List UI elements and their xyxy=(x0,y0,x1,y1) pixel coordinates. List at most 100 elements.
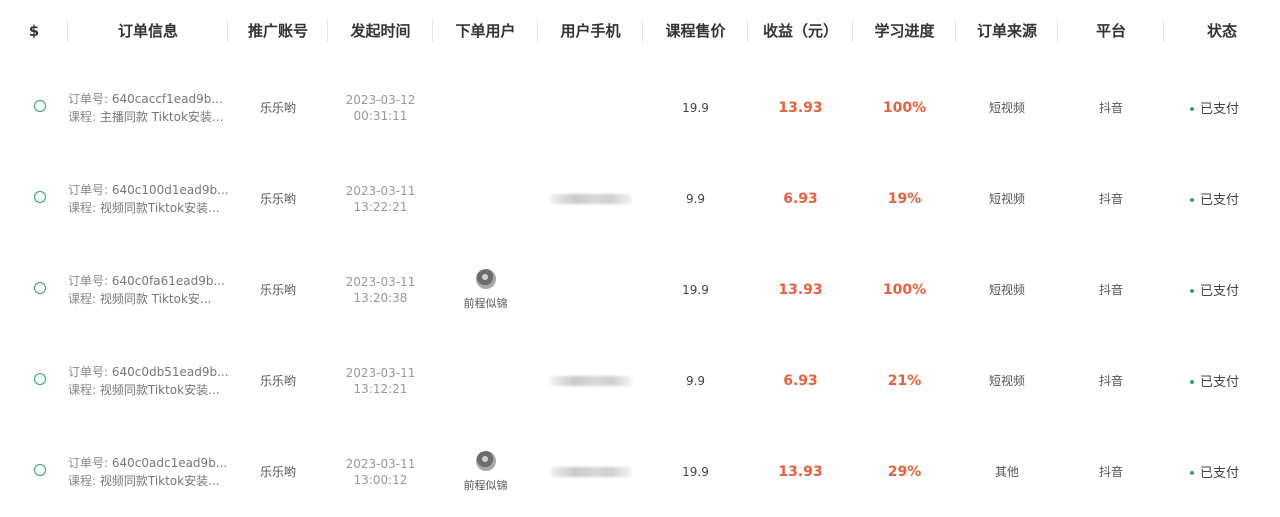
column-header-status[interactable]: 状态 xyxy=(1164,0,1280,62)
row-select-radio[interactable] xyxy=(34,373,46,385)
status-text: 已支付 xyxy=(1200,375,1240,390)
course-line: 课程: 视频同款 Tiktok安... xyxy=(68,290,228,308)
order-id-line: 订单号: 640c0adc1ead9b... xyxy=(68,454,228,472)
table-row[interactable]: 订单号: 640c0db51ead9b... 课程: 视频同款Tiktok安装..… xyxy=(0,335,1280,426)
study-progress: 21% xyxy=(887,372,922,389)
start-time: 2023-03-12 00:31:11 xyxy=(328,92,433,124)
course-line: 课程: 主播同款 Tiktok安装... xyxy=(68,108,228,126)
column-header-price[interactable]: 课程售价 xyxy=(643,0,748,62)
order-id[interactable]: 640c100d1ead9b... xyxy=(112,183,229,197)
course-name[interactable]: 视频同款 Tiktok安... xyxy=(100,292,212,306)
order-id-label: 订单号: xyxy=(68,455,112,470)
start-date: 2023-03-11 xyxy=(345,365,416,380)
phone-cell xyxy=(538,375,643,386)
platform: 抖音 xyxy=(1098,465,1123,479)
order-status: 已支付 xyxy=(1164,462,1280,481)
order-id[interactable]: 640caccf1ead9b... xyxy=(112,92,223,106)
course-name[interactable]: 主播同款 Tiktok安装... xyxy=(100,110,224,124)
row-select-cell xyxy=(0,373,68,388)
study-progress: 100% xyxy=(882,281,927,298)
promo-account: 乐乐哟 xyxy=(259,101,296,115)
order-source: 短视频 xyxy=(988,101,1025,115)
order-info: 订单号: 640c0fa61ead9b... 课程: 视频同款 Tiktok安..… xyxy=(68,272,228,308)
order-id[interactable]: 640c0adc1ead9b... xyxy=(112,456,227,470)
course-label: 课程: xyxy=(68,382,100,397)
column-header-start-time[interactable]: 发起时间 xyxy=(328,0,433,62)
row-select-radio[interactable] xyxy=(34,100,46,112)
row-select-cell xyxy=(0,191,68,206)
profit-amount: 6.93 xyxy=(783,190,818,207)
column-header-progress[interactable]: 学习进度 xyxy=(853,0,956,62)
column-header-promo-account[interactable]: 推广账号 xyxy=(228,0,328,62)
row-select-radio[interactable] xyxy=(34,464,46,476)
order-info: 订单号: 640c100d1ead9b... 课程: 视频同款Tiktok安装..… xyxy=(68,181,229,217)
platform: 抖音 xyxy=(1098,283,1123,297)
status-text: 已支付 xyxy=(1200,102,1240,117)
order-status: 已支付 xyxy=(1164,371,1280,390)
table-row[interactable]: 订单号: 640c0fa61ead9b... 课程: 视频同款 Tiktok安..… xyxy=(0,244,1280,335)
row-select-cell xyxy=(0,100,68,115)
profit-amount: 13.93 xyxy=(778,99,823,116)
status-text: 已支付 xyxy=(1200,284,1240,299)
course-label: 课程: xyxy=(68,473,100,488)
column-header-buyer[interactable]: 下单用户 xyxy=(433,0,538,62)
promo-account: 乐乐哟 xyxy=(259,192,296,206)
order-source: 短视频 xyxy=(988,374,1025,388)
order-info: 订单号: 640c0db51ead9b... 课程: 视频同款Tiktok安装..… xyxy=(68,363,229,399)
row-select-cell xyxy=(0,464,68,479)
study-progress: 29% xyxy=(887,463,922,480)
column-header-phone[interactable]: 用户手机 xyxy=(538,0,643,62)
course-price: 19.9 xyxy=(682,100,709,115)
status-text: 已支付 xyxy=(1200,193,1240,208)
column-header-profit[interactable]: 收益（元） xyxy=(748,0,853,62)
course-label: 课程: xyxy=(68,200,100,215)
buyer-cell: 前程似锦 xyxy=(433,450,538,493)
order-source: 短视频 xyxy=(988,283,1025,297)
profit-amount: 13.93 xyxy=(778,463,823,480)
order-info: 订单号: 640caccf1ead9b... 课程: 主播同款 Tiktok安装.… xyxy=(68,90,228,126)
course-label: 课程: xyxy=(68,109,100,124)
row-select-radio[interactable] xyxy=(34,282,46,294)
row-select-radio[interactable] xyxy=(34,191,46,203)
phone-blurred xyxy=(549,193,632,204)
course-name[interactable]: 视频同款Tiktok安装... xyxy=(100,201,220,215)
column-header-platform[interactable]: 平台 xyxy=(1058,0,1164,62)
phone-blurred xyxy=(549,466,632,477)
table-row[interactable]: 订单号: 640c100d1ead9b... 课程: 视频同款Tiktok安装..… xyxy=(0,153,1280,244)
course-name[interactable]: 视频同款Tiktok安装... xyxy=(100,383,220,397)
profit-amount: 13.93 xyxy=(778,281,823,298)
order-status: 已支付 xyxy=(1164,280,1280,299)
table-row[interactable]: 订单号: 640c0adc1ead9b... 课程: 视频同款Tiktok安装..… xyxy=(0,426,1280,517)
order-source: 其他 xyxy=(994,465,1019,479)
order-id[interactable]: 640c0db51ead9b... xyxy=(112,365,229,379)
column-header-order-info[interactable]: 订单信息 xyxy=(68,0,228,62)
order-id-label: 订单号: xyxy=(68,91,112,106)
course-name[interactable]: 视频同款Tiktok安装... xyxy=(100,474,220,488)
order-source: 短视频 xyxy=(988,192,1025,206)
buyer-cell: 前程似锦 xyxy=(433,268,538,311)
avatar xyxy=(475,268,496,289)
profit-amount: 6.93 xyxy=(783,372,818,389)
start-time: 2023-03-11 13:22:21 xyxy=(328,183,433,215)
order-status: 已支付 xyxy=(1164,98,1280,117)
buyer-name: 前程似锦 xyxy=(463,478,508,492)
start-clock: 13:20:38 xyxy=(353,290,408,305)
phone-cell xyxy=(538,193,643,204)
buyer-name: 前程似锦 xyxy=(463,296,508,310)
course-line: 课程: 视频同款Tiktok安装... xyxy=(68,472,228,490)
order-id-line: 订单号: 640c0fa61ead9b... xyxy=(68,272,228,290)
order-id-line: 订单号: 640c100d1ead9b... xyxy=(68,181,229,199)
order-id-line: 订单号: 640c0db51ead9b... xyxy=(68,363,229,381)
course-line: 课程: 视频同款Tiktok安装... xyxy=(68,381,228,399)
order-id-label: 订单号: xyxy=(68,364,112,379)
start-date: 2023-03-11 xyxy=(345,274,416,289)
order-id[interactable]: 640c0fa61ead9b... xyxy=(112,274,225,288)
status-text: 已支付 xyxy=(1200,466,1240,481)
buyer: 前程似锦 xyxy=(433,450,538,493)
avatar xyxy=(475,450,496,471)
table-row[interactable]: 订单号: 640caccf1ead9b... 课程: 主播同款 Tiktok安装.… xyxy=(0,62,1280,153)
column-header-dollar[interactable]: $ xyxy=(0,0,68,62)
column-header-source[interactable]: 订单来源 xyxy=(956,0,1058,62)
course-price: 19.9 xyxy=(682,282,709,297)
start-date: 2023-03-11 xyxy=(345,183,416,198)
